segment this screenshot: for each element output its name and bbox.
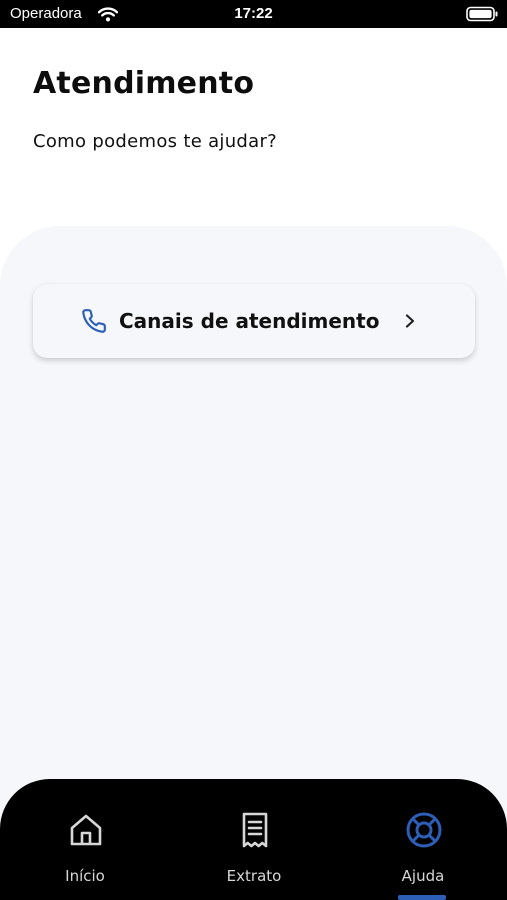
lifebuoy-icon (406, 812, 442, 848)
bottom-navigation: Início Extrato Ajuda (0, 779, 507, 900)
home-icon (70, 814, 102, 846)
nav-label-extrato: Extrato (226, 867, 282, 885)
nav-item-ajuda[interactable]: Ajuda (368, 779, 478, 900)
chevron-right-icon (405, 314, 415, 328)
nav-item-extrato[interactable]: Extrato (199, 779, 309, 900)
page-title: Atendimento (33, 66, 255, 101)
nav-item-inicio[interactable]: Início (30, 779, 140, 900)
phone-icon (82, 309, 106, 333)
receipt-icon (242, 812, 268, 848)
status-bar: Operadora 17:22 (0, 0, 507, 28)
service-channels-label: Canais de atendimento (119, 309, 380, 333)
active-tab-indicator (398, 895, 446, 900)
nav-label-inicio: Início (65, 867, 105, 885)
status-time: 17:22 (234, 5, 273, 22)
battery-icon (466, 6, 498, 22)
service-channels-card[interactable]: Canais de atendimento (33, 284, 475, 358)
page-subtitle: Como podemos te ajudar? (33, 131, 278, 152)
nav-label-ajuda: Ajuda (401, 867, 445, 885)
